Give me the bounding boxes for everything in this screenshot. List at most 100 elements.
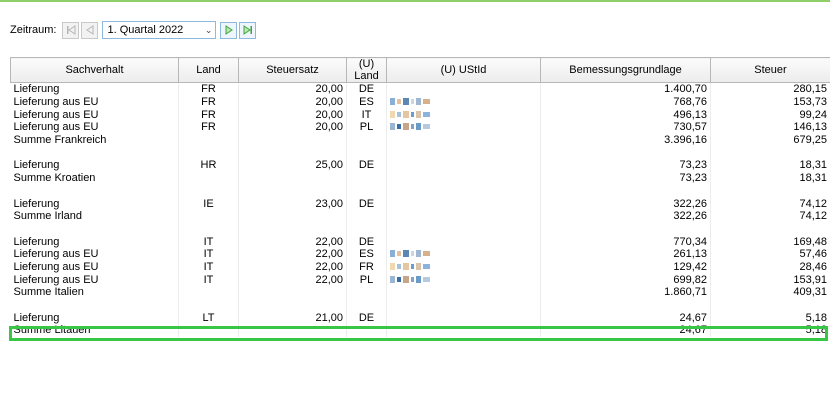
cell-steuer xyxy=(710,184,830,198)
cell-land xyxy=(178,324,239,337)
cell-u-land: DE xyxy=(346,311,387,325)
cell-steuer: 74,12 xyxy=(710,197,830,210)
top-accent-line xyxy=(0,0,830,2)
cell-u-ustid xyxy=(386,108,541,122)
cell-u-ustid xyxy=(386,273,541,286)
cell-u-ustid xyxy=(386,146,541,160)
table-row-blank[interactable] xyxy=(10,146,830,160)
cell-sachverhalt: Summe Kroatien xyxy=(10,171,179,185)
table-row[interactable]: Lieferung aus EU IT 22,00 ES 261,13 57,46 xyxy=(10,247,830,261)
table-row[interactable]: Summe Litauen 24,67 5,18 xyxy=(10,324,830,337)
table-row[interactable]: Lieferung aus EU FR 20,00 ES 768,76 153,73 xyxy=(10,95,830,109)
cell-steuersatz xyxy=(238,184,347,198)
cell-steuersatz: 21,00 xyxy=(238,311,347,325)
first-period-button[interactable] xyxy=(62,21,80,39)
table-row[interactable]: Lieferung IE 23,00 DE 322,26 74,12 xyxy=(10,197,830,210)
table-row[interactable]: Lieferung HR 25,00 DE 73,23 18,31 xyxy=(10,159,830,172)
cell-land xyxy=(178,171,239,185)
redacted-ustid xyxy=(390,97,430,107)
table-row-blank[interactable] xyxy=(10,222,830,236)
col-header-u-ustid[interactable]: (U) UStId xyxy=(386,57,541,83)
cell-sachverhalt: Lieferung aus EU xyxy=(10,121,179,134)
cell-bemessungsgrundlage: 730,57 xyxy=(540,121,711,134)
cell-land: IT xyxy=(178,235,239,248)
table-row-blank[interactable] xyxy=(10,298,830,312)
last-period-button[interactable] xyxy=(239,21,257,39)
table-row[interactable]: Lieferung FR 20,00 DE 1.400,70 280,15 xyxy=(10,82,830,96)
table-row[interactable]: Lieferung aus EU IT 22,00 PL 699,82 153,91 xyxy=(10,273,830,286)
cell-steuersatz: 25,00 xyxy=(238,159,347,172)
cell-u-land: ES xyxy=(346,247,387,261)
cell-sachverhalt: Summe Frankreich xyxy=(10,133,179,147)
period-toolbar: Zeitraum: 1. Quartal 2022 ⌄ xyxy=(10,20,258,40)
cell-u-ustid xyxy=(386,286,541,299)
skip-first-icon xyxy=(66,25,76,35)
cell-bemessungsgrundlage: 1.400,70 xyxy=(540,82,711,96)
redacted-ustid xyxy=(390,261,430,271)
cell-u-ustid xyxy=(386,260,541,274)
cell-sachverhalt xyxy=(10,184,179,198)
cell-steuersatz: 23,00 xyxy=(238,197,347,210)
cell-steuer xyxy=(710,146,830,160)
cell-land xyxy=(178,184,239,198)
cell-sachverhalt: Lieferung aus EU xyxy=(10,260,179,274)
cell-bemessungsgrundlage xyxy=(540,184,711,198)
col-header-steuer[interactable]: Steuer xyxy=(710,57,830,83)
cell-steuersatz xyxy=(238,324,347,337)
cell-steuer: 153,73 xyxy=(710,95,830,109)
table-row[interactable]: Lieferung LT 21,00 DE 24,67 5,18 xyxy=(10,311,830,325)
cell-steuer: 18,31 xyxy=(710,171,830,185)
cell-sachverhalt: Lieferung aus EU xyxy=(10,273,179,286)
cell-steuersatz xyxy=(238,146,347,160)
cell-steuersatz xyxy=(238,209,347,223)
cell-steuer: 169,48 xyxy=(710,235,830,248)
table-row[interactable]: Summe Frankreich 3.396,16 679,25 xyxy=(10,133,830,147)
table-row[interactable]: Summe Italien 1.860,71 409,31 xyxy=(10,286,830,299)
col-header-land[interactable]: Land xyxy=(178,57,239,83)
cell-steuersatz: 22,00 xyxy=(238,247,347,261)
cell-u-ustid xyxy=(386,197,541,210)
next-period-button[interactable] xyxy=(220,21,238,39)
cell-sachverhalt: Lieferung xyxy=(10,159,179,172)
table-row[interactable]: Lieferung aus EU IT 22,00 FR 129,42 28,46 xyxy=(10,260,830,274)
col-header-u-land[interactable]: (U) Land xyxy=(346,57,387,83)
cell-sachverhalt xyxy=(10,222,179,236)
cell-u-land: PL xyxy=(346,121,387,134)
period-label: Zeitraum: xyxy=(10,24,57,36)
table-row[interactable]: Lieferung aus EU FR 20,00 IT 496,13 99,24 xyxy=(10,108,830,122)
cell-land: IT xyxy=(178,260,239,274)
cell-u-land xyxy=(346,171,387,185)
cell-steuersatz: 22,00 xyxy=(238,235,347,248)
redacted-ustid xyxy=(390,274,430,284)
col-header-sachverhalt[interactable]: Sachverhalt xyxy=(10,57,179,83)
col-header-bemessungsgrundlage[interactable]: Bemessungsgrundlage xyxy=(540,57,711,83)
cell-land xyxy=(178,146,239,160)
cell-sachverhalt: Lieferung xyxy=(10,235,179,248)
table-row[interactable]: Summe Irland 322,26 74,12 xyxy=(10,209,830,223)
cell-bemessungsgrundlage: 768,76 xyxy=(540,95,711,109)
table-row[interactable]: Lieferung aus EU FR 20,00 PL 730,57 146,13 xyxy=(10,121,830,134)
period-select[interactable]: 1. Quartal 2022 ⌄ xyxy=(102,21,217,39)
table-row[interactable]: Lieferung IT 22,00 DE 770,34 169,48 xyxy=(10,235,830,248)
cell-land xyxy=(178,286,239,299)
cell-steuer: 18,31 xyxy=(710,159,830,172)
cell-steuer: 74,12 xyxy=(710,209,830,223)
cell-u-ustid xyxy=(386,235,541,248)
cell-bemessungsgrundlage xyxy=(540,298,711,312)
cell-bemessungsgrundlage: 322,26 xyxy=(540,197,711,210)
table-row[interactable]: Summe Kroatien 73,23 18,31 xyxy=(10,171,830,185)
cell-u-land: PL xyxy=(346,273,387,286)
cell-bemessungsgrundlage xyxy=(540,146,711,160)
cell-steuer xyxy=(710,222,830,236)
cell-sachverhalt: Lieferung aus EU xyxy=(10,95,179,109)
cell-land: FR xyxy=(178,95,239,109)
cell-steuersatz: 20,00 xyxy=(238,82,347,96)
col-header-steuersatz[interactable]: Steuersatz xyxy=(238,57,347,83)
cell-u-land xyxy=(346,324,387,337)
cell-bemessungsgrundlage xyxy=(540,222,711,236)
table-body: Lieferung FR 20,00 DE 1.400,70 280,15 Lieferun… xyxy=(10,82,830,337)
cell-steuersatz xyxy=(238,171,347,185)
previous-period-button[interactable] xyxy=(81,21,99,39)
table-row-blank[interactable] xyxy=(10,184,830,198)
cell-steuer: 5,18 xyxy=(710,311,830,325)
